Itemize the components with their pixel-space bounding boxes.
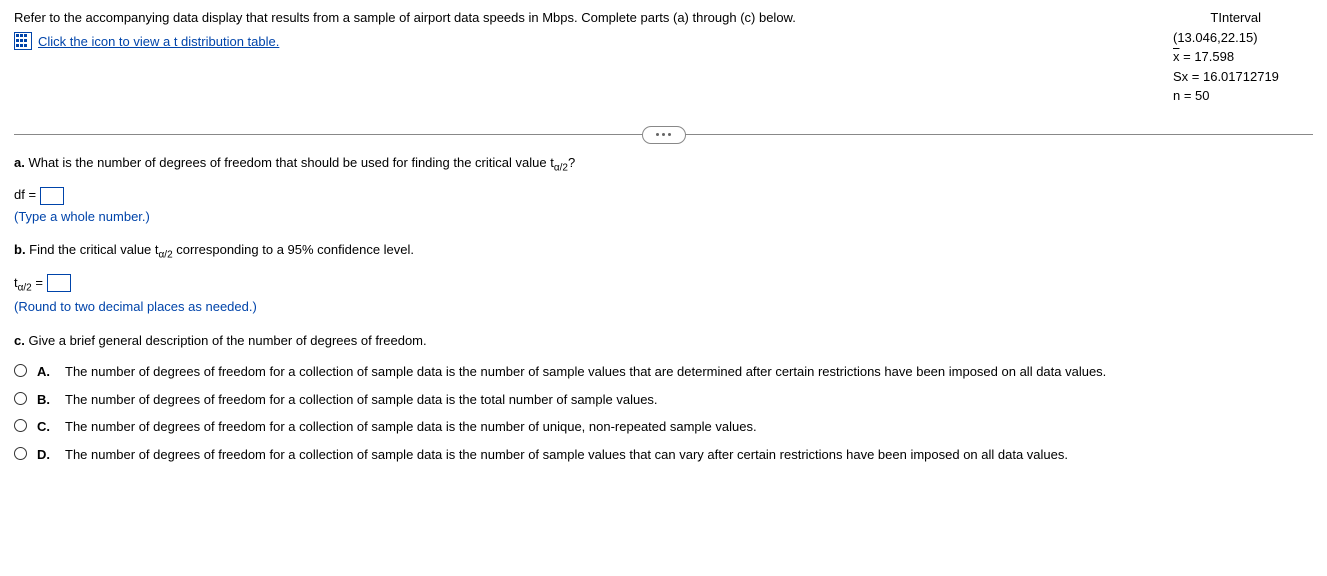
q-c-text: Give a brief general description of the … [25, 333, 427, 348]
table-icon[interactable] [14, 32, 32, 50]
q-a-tail: ? [568, 155, 575, 170]
radio-b[interactable] [14, 392, 27, 405]
tinterval-panel: TInterval (13.046,22.15) x = 17.598 Sx =… [1153, 8, 1313, 106]
radio-d[interactable] [14, 447, 27, 460]
option-b-letter: B. [37, 390, 55, 410]
option-c-text: The number of degrees of freedom for a c… [65, 417, 1313, 437]
question-c: c. Give a brief general description of t… [14, 331, 1313, 465]
question-b: b. Find the critical value tα/2 correspo… [14, 240, 1313, 317]
option-a-text: The number of degrees of freedom for a c… [65, 362, 1313, 382]
q-b-sub: α/2 [159, 250, 173, 261]
option-b-row: B. The number of degrees of freedom for … [14, 390, 1313, 410]
radio-a[interactable] [14, 364, 27, 377]
intro-text: Refer to the accompanying data display t… [14, 8, 1153, 28]
question-a: a. What is the number of degrees of free… [14, 153, 1313, 227]
q-c-label: c. [14, 333, 25, 348]
option-c-letter: C. [37, 417, 55, 437]
q-a-text: What is the number of degrees of freedom… [25, 155, 554, 170]
radio-c[interactable] [14, 419, 27, 432]
q-b-tail: corresponding to a 95% confidence level. [173, 242, 414, 257]
df-input[interactable] [40, 187, 64, 205]
q-b-text: Find the critical value t [26, 242, 159, 257]
option-c-row: C. The number of degrees of freedom for … [14, 417, 1313, 437]
option-d-letter: D. [37, 445, 55, 465]
panel-interval: (13.046,22.15) [1173, 28, 1313, 48]
option-b-text: The number of degrees of freedom for a c… [65, 390, 1313, 410]
q-b-label: b. [14, 242, 26, 257]
option-a-row: A. The number of degrees of freedom for … [14, 362, 1313, 382]
t-label-post: = [32, 275, 43, 290]
q-a-sub: α/2 [554, 162, 568, 173]
option-d-row: D. The number of degrees of freedom for … [14, 445, 1313, 465]
q-a-label: a. [14, 155, 25, 170]
df-label: df = [14, 187, 36, 202]
section-divider [14, 134, 1313, 135]
panel-sx: Sx = 16.01712719 [1173, 67, 1313, 87]
t-input[interactable] [47, 274, 71, 292]
panel-title: TInterval [1173, 8, 1313, 28]
t-table-link[interactable]: Click the icon to view a t distribution … [38, 32, 279, 52]
q-a-hint: (Type a whole number.) [14, 207, 1313, 227]
panel-xbar: x = 17.598 [1173, 47, 1313, 67]
panel-n: n = 50 [1173, 86, 1313, 106]
option-a-letter: A. [37, 362, 55, 382]
t-label-sub: α/2 [18, 282, 32, 293]
q-b-hint: (Round to two decimal places as needed.) [14, 297, 1313, 317]
expand-button[interactable] [642, 126, 686, 144]
option-d-text: The number of degrees of freedom for a c… [65, 445, 1313, 465]
